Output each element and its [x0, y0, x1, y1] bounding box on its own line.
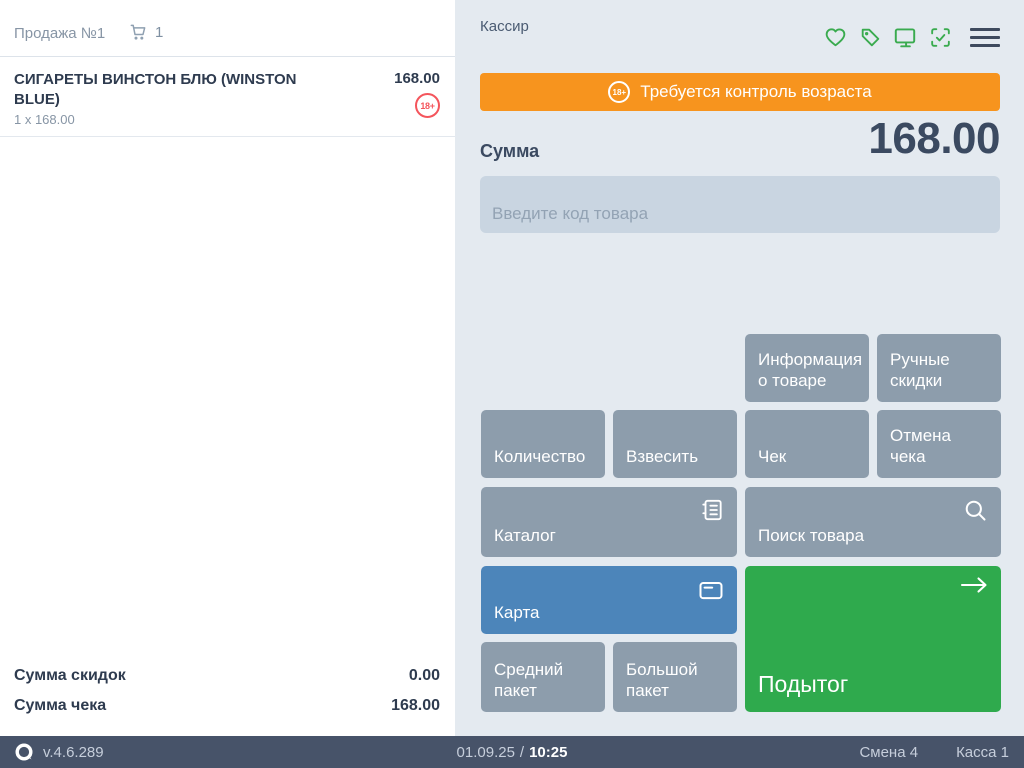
product-name: СИГАРЕТЫ ВИНСТОН БЛЮ (WINSTON BLUE) — [14, 70, 324, 111]
session-block: Смена 4 Касса 1 — [859, 736, 1009, 768]
sale-header: Продажа №1 1 — [0, 0, 455, 57]
age-control-text: Требуется контроль возраста — [640, 82, 871, 102]
app-version: v.4.6.289 — [43, 744, 104, 761]
status-separator: / — [520, 744, 524, 761]
version-block: v.4.6.289 — [14, 736, 104, 768]
catalog-icon — [699, 497, 725, 523]
receipt-total-value: 168.00 — [391, 697, 440, 715]
subtotal-button[interactable]: Подытог — [745, 566, 1001, 712]
sale-title: Продажа №1 — [14, 25, 105, 42]
sum-label: Сумма — [480, 141, 539, 162]
age-control-banner: 18+ Требуется контроль возраста — [480, 73, 1000, 111]
tag-icon — [858, 25, 883, 50]
age-18-icon: 18+ — [608, 81, 630, 103]
total-summary-row: Сумма чека 168.00 — [0, 692, 455, 722]
catalog-button[interactable]: Каталог — [481, 487, 737, 557]
large-bag-button[interactable]: Большой пакет — [613, 642, 737, 712]
cart-count: 1 — [155, 24, 163, 41]
medium-bag-button[interactable]: Средний пакет — [481, 642, 605, 712]
receipt-summary: Сумма скидок 0.00 Сумма чека 168.00 — [0, 662, 455, 722]
cashier-label: Кассир — [480, 18, 529, 35]
status-bar: v.4.6.289 01.09.25 / 10:25 Смена 4 Касса… — [0, 736, 1024, 768]
cart-counter: 1 — [128, 22, 163, 42]
product-price: 168.00 — [394, 70, 440, 87]
arrow-right-icon — [959, 576, 989, 594]
product-code-input[interactable] — [480, 176, 1000, 233]
card-icon — [697, 576, 725, 604]
discount-value: 0.00 — [409, 667, 440, 685]
display-button[interactable] — [892, 24, 918, 50]
cart-icon — [128, 22, 148, 42]
age-restriction-icon: 18+ — [415, 93, 440, 118]
status-time: 10:25 — [529, 744, 567, 761]
price-tag-button[interactable] — [857, 24, 883, 50]
manual-discounts-button[interactable]: Ручные скидки — [877, 334, 1001, 402]
product-line-item[interactable]: СИГАРЕТЫ ВИНСТОН БЛЮ (WINSTON BLUE) 168.… — [0, 58, 455, 137]
header-toolbar — [822, 24, 1000, 50]
heart-icon — [823, 25, 848, 50]
search-icon — [962, 497, 989, 524]
menu-button[interactable] — [970, 24, 1000, 50]
card-button[interactable]: Карта — [481, 566, 737, 634]
actions-panel: Кассир — [455, 0, 1024, 736]
receipt-total-label: Сумма чека — [14, 697, 106, 715]
discount-label: Сумма скидок — [14, 667, 126, 685]
app-logo-icon — [14, 742, 34, 762]
quantity-button[interactable]: Количество — [481, 410, 605, 478]
monitor-icon — [892, 24, 918, 50]
scan-check-icon — [928, 25, 953, 50]
cancel-receipt-button[interactable]: Отмена чека — [877, 410, 1001, 478]
hamburger-icon — [970, 28, 1000, 31]
register-label: Касса 1 — [956, 744, 1009, 761]
receipt-button[interactable]: Чек — [745, 410, 869, 478]
datetime-block: 01.09.25 / 10:25 — [457, 736, 568, 768]
receipt-panel: Продажа №1 1 СИГАРЕТЫ ВИНСТОН БЛЮ (WINST… — [0, 0, 455, 736]
status-date: 01.09.25 — [457, 744, 515, 761]
scan-check-button[interactable] — [927, 24, 953, 50]
favorites-button[interactable] — [822, 24, 848, 50]
sum-value: 168.00 — [868, 114, 1000, 164]
weigh-button[interactable]: Взвесить — [613, 410, 737, 478]
product-quantity-line: 1 x 168.00 — [14, 112, 75, 127]
discount-summary-row: Сумма скидок 0.00 — [0, 662, 455, 692]
shift-label: Смена 4 — [859, 744, 918, 761]
product-info-button[interactable]: Информация о товаре — [745, 334, 869, 402]
search-product-button[interactable]: Поиск товара — [745, 487, 1001, 557]
